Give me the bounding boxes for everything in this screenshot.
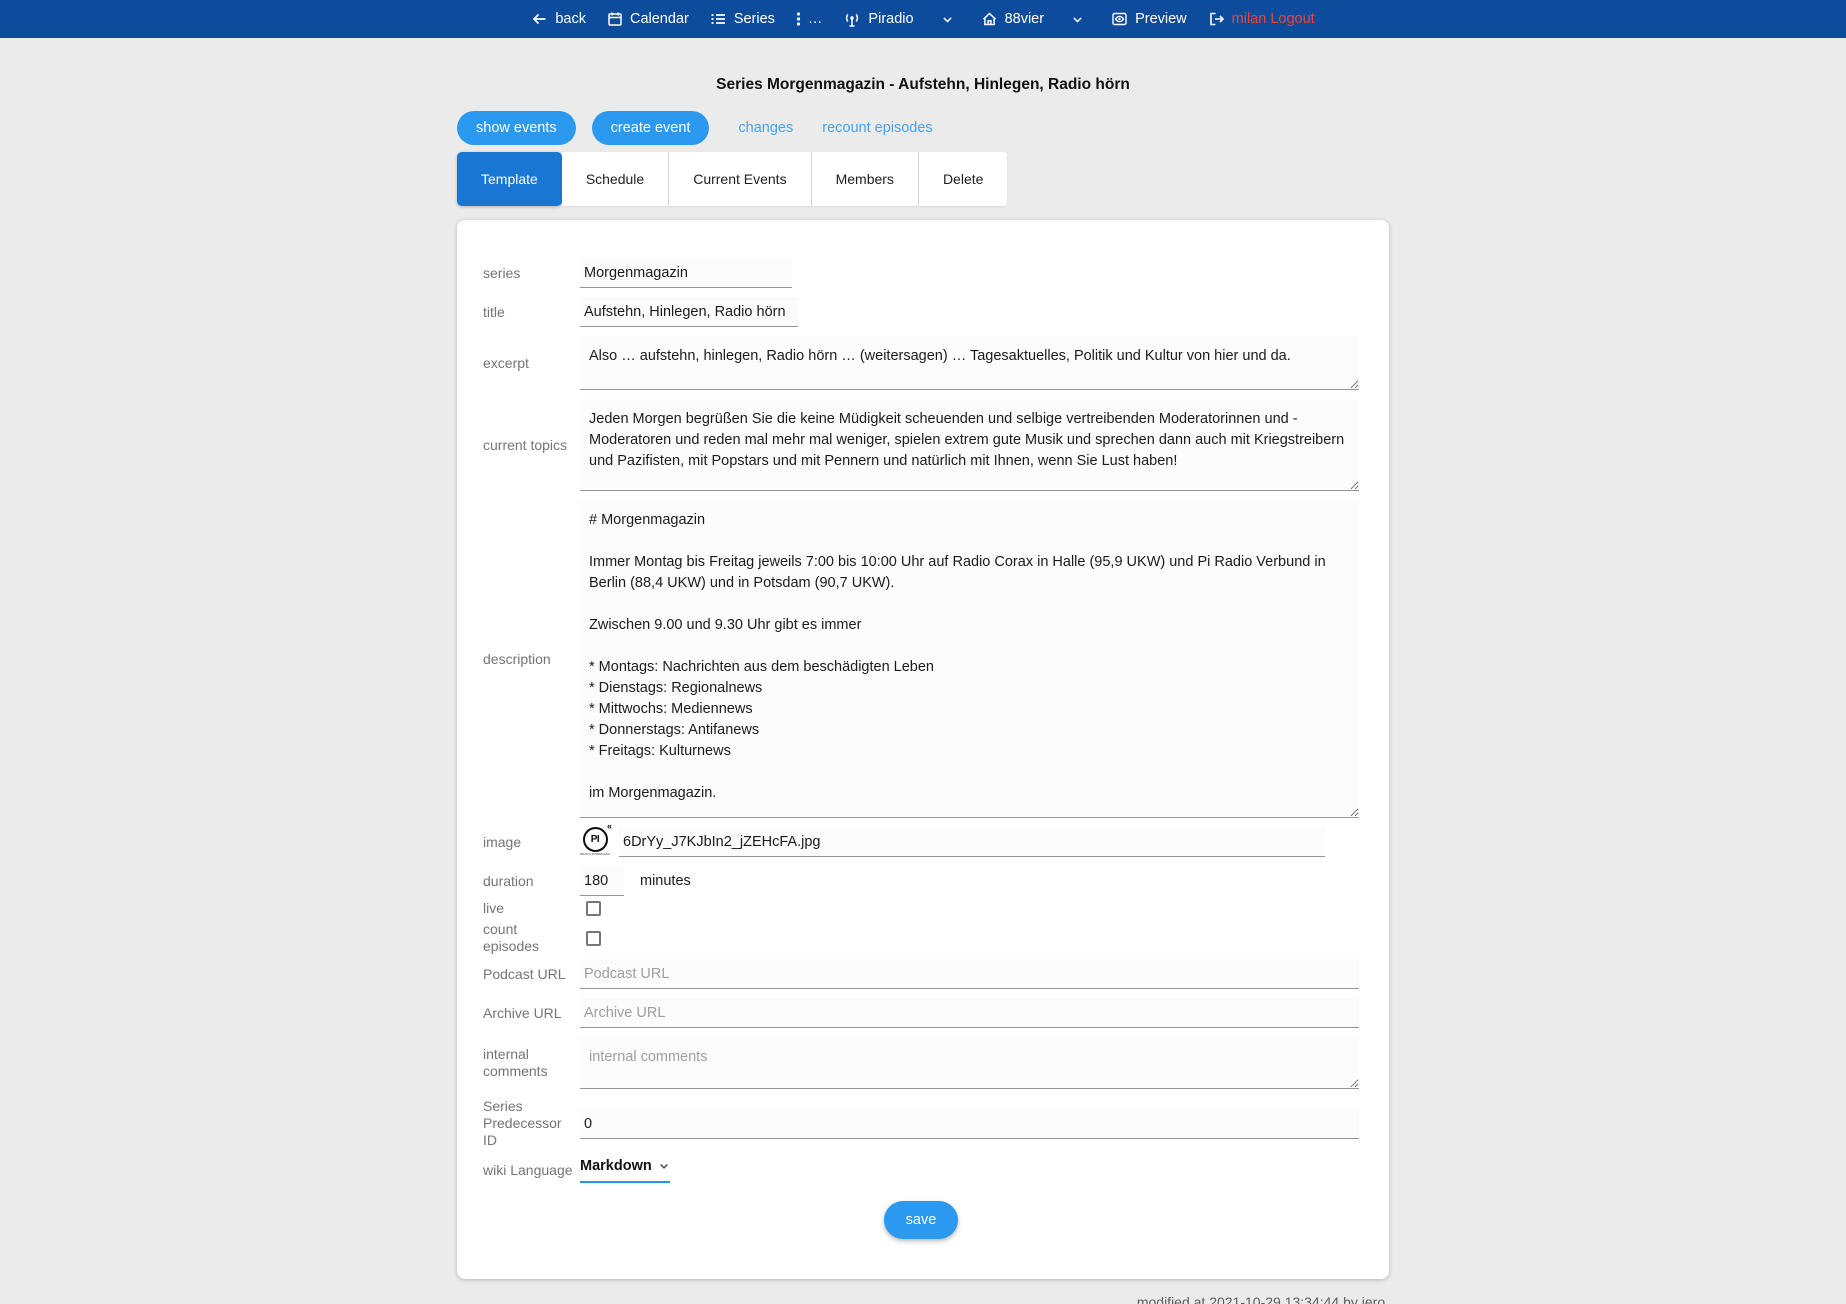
station-logo-icon: PI: [583, 827, 608, 852]
more-menu-label: …: [808, 11, 823, 27]
save-button[interactable]: save: [884, 1201, 959, 1239]
nav-calendar-label: Calendar: [630, 11, 689, 27]
title-input[interactable]: [580, 297, 798, 327]
current-topics-label: current topics: [483, 437, 580, 454]
tab-current-events[interactable]: Current Events: [669, 152, 811, 206]
changes-link[interactable]: changes: [738, 120, 793, 136]
nav-channel-label: 88vier: [1005, 11, 1045, 27]
antenna-icon: [843, 11, 861, 28]
count-episodes-checkbox[interactable]: [586, 931, 601, 946]
internal-comments-row: internal comments: [483, 1037, 1359, 1089]
series-image-thumbnail: PI MORGENMAGAZIN: [580, 827, 610, 857]
count-episodes-row: count episodes: [483, 921, 1359, 955]
description-textarea[interactable]: # Morgenmagazin Immer Montag bis Freitag…: [580, 500, 1359, 818]
nav-channel[interactable]: 88vier: [981, 11, 1045, 27]
template-form-card: series title excerpt Also … aufstehn, hi…: [457, 220, 1389, 1279]
image-label: image: [483, 834, 580, 851]
create-event-button[interactable]: create event: [592, 111, 710, 145]
nav-series-label: Series: [734, 11, 775, 27]
nav-back-label: back: [555, 11, 586, 27]
main-content: Series Morgenmagazin - Aufstehn, Hinlege…: [457, 76, 1389, 1304]
series-input[interactable]: [580, 258, 792, 288]
internal-comments-textarea[interactable]: [580, 1037, 1359, 1089]
preview-eye-icon: [1111, 11, 1128, 27]
nav-logout[interactable]: milan Logout: [1208, 11, 1315, 27]
series-predecessor-input[interactable]: [580, 1109, 1359, 1139]
archive-url-label: Archive URL: [483, 1005, 580, 1022]
nav-preview[interactable]: Preview: [1111, 11, 1187, 27]
recount-episodes-link[interactable]: recount episodes: [822, 120, 932, 136]
series-row: series: [483, 258, 1359, 288]
description-row: description # Morgenmagazin Immer Montag…: [483, 500, 1359, 818]
excerpt-row: excerpt Also … aufstehn, hinlegen, Radio…: [483, 336, 1359, 390]
nav-station[interactable]: Piradio: [843, 11, 913, 28]
arrow-left-icon: [531, 11, 548, 27]
wiki-language-label: wiki Language: [483, 1162, 580, 1179]
wiki-language-select-wrap: Markdown: [580, 1158, 670, 1183]
excerpt-label: excerpt: [483, 355, 580, 372]
save-row: save: [483, 1201, 1359, 1239]
page-title: Series Morgenmagazin - Aufstehn, Hinlege…: [457, 76, 1389, 94]
chevron-down-icon: [658, 1160, 670, 1172]
live-label: live: [483, 900, 580, 917]
nav-preview-label: Preview: [1135, 11, 1187, 27]
current-topics-row: current topics Jeden Morgen begrüßen Sie…: [483, 399, 1359, 491]
top-navigation: back Calendar Series … Piradio 88vier: [0, 0, 1846, 38]
archive-url-input[interactable]: [580, 998, 1359, 1028]
description-label: description: [483, 651, 580, 668]
nav-series[interactable]: Series: [710, 11, 775, 27]
nav-logout-label: milan Logout: [1232, 11, 1315, 27]
nav-station-label: Piradio: [868, 11, 913, 27]
tab-bar: Template Schedule Current Events Members…: [457, 152, 1389, 206]
more-menu[interactable]: …: [796, 11, 823, 27]
series-predecessor-row: Series Predecessor ID: [483, 1098, 1359, 1149]
excerpt-textarea[interactable]: Also … aufstehn, hinlegen, Radio hörn … …: [580, 336, 1359, 390]
nav-back[interactable]: back: [531, 11, 586, 27]
live-checkbox[interactable]: [586, 901, 601, 916]
podcast-url-row: Podcast URL: [483, 959, 1359, 989]
duration-label: duration: [483, 873, 580, 890]
modified-note: modified at 2021-10-29 13:34:44 by jero.: [457, 1294, 1389, 1304]
tab-template[interactable]: Template: [457, 152, 562, 206]
nav-calendar[interactable]: Calendar: [607, 11, 689, 27]
live-row: live: [483, 900, 1359, 917]
duration-row: duration minutes: [483, 866, 1359, 896]
logout-icon: [1208, 11, 1225, 27]
title-row: title: [483, 297, 1359, 327]
tab-delete[interactable]: Delete: [919, 152, 1007, 206]
podcast-url-label: Podcast URL: [483, 966, 580, 983]
internal-comments-label: internal comments: [483, 1046, 553, 1080]
series-predecessor-label: Series Predecessor ID: [483, 1098, 569, 1149]
podcast-url-input[interactable]: [580, 959, 1359, 989]
kebab-menu-icon: [796, 11, 801, 27]
current-topics-textarea[interactable]: Jeden Morgen begrüßen Sie die keine Müdi…: [580, 399, 1359, 491]
home-icon: [981, 11, 998, 27]
series-actions: show events create event changes recount…: [457, 111, 1389, 145]
duration-input[interactable]: [580, 866, 624, 896]
calendar-icon: [607, 11, 623, 27]
title-label: title: [483, 304, 580, 321]
station-dropdown-chevron-icon[interactable]: [941, 13, 954, 26]
archive-url-row: Archive URL: [483, 998, 1359, 1028]
count-episodes-label: count episodes: [483, 921, 553, 955]
show-events-button[interactable]: show events: [457, 111, 576, 145]
list-icon: [710, 11, 727, 27]
duration-unit: minutes: [640, 873, 691, 889]
image-row: image PI MORGENMAGAZIN: [483, 827, 1359, 857]
series-label: series: [483, 265, 580, 282]
image-filename-input[interactable]: [619, 827, 1325, 857]
wiki-language-select[interactable]: Markdown: [580, 1158, 656, 1174]
wiki-language-row: wiki Language Markdown: [483, 1158, 1359, 1183]
tab-members[interactable]: Members: [812, 152, 919, 206]
channel-dropdown-chevron-icon[interactable]: [1071, 13, 1084, 26]
tab-schedule[interactable]: Schedule: [562, 152, 669, 206]
